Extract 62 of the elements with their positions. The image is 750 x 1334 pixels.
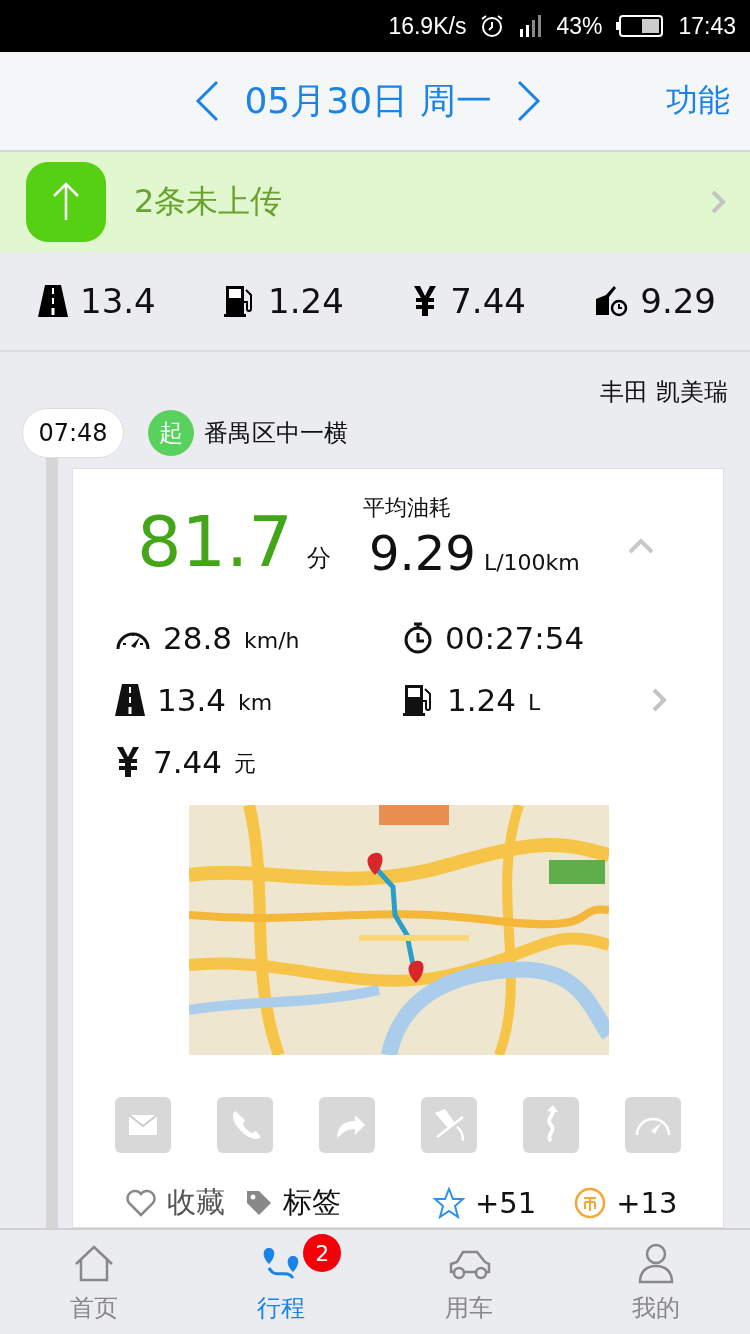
network-speed: 16.9K/s: [388, 12, 467, 40]
road-icon: [38, 285, 68, 317]
alarm-icon: [480, 14, 505, 38]
stat-unit: km/h: [244, 627, 300, 653]
battery-icon: [616, 15, 665, 37]
coin-points: +13: [616, 1186, 678, 1220]
coin-icon: [574, 1187, 607, 1219]
stat-unit: 元: [234, 750, 257, 778]
stat-value: 1.24: [447, 682, 517, 718]
next-day-button[interactable]: [515, 80, 542, 122]
stat-value: 28.8: [163, 620, 233, 656]
car-model: 丰田 凯美瑞: [600, 377, 728, 406]
road-icon: [115, 684, 145, 716]
tags-label: 标签: [283, 1184, 341, 1221]
stat-unit: L: [528, 689, 541, 715]
menu-button[interactable]: 功能: [666, 79, 730, 123]
nozzle-clock-icon: [594, 285, 629, 317]
average-value: 9.29: [369, 527, 476, 580]
battery-level: 43%: [556, 12, 603, 40]
upload-icon: [26, 162, 106, 242]
pedal-icon[interactable]: [421, 1097, 477, 1153]
stat-value: 00:27:54: [445, 620, 585, 656]
upload-status: 2条未上传: [134, 181, 284, 222]
tab[interactable]: 我的: [562, 1230, 750, 1334]
summary-value: 7.44: [450, 281, 526, 321]
speedometer-icon[interactable]: [625, 1097, 681, 1153]
tab[interactable]: 首页: [0, 1230, 188, 1334]
date-title: 05月30日 周一: [244, 78, 492, 123]
start-place: 番禺区中一横: [204, 418, 348, 449]
score-value: 81.7: [137, 507, 293, 577]
star-points: +51: [475, 1186, 537, 1220]
tag-icon[interactable]: [245, 1189, 273, 1217]
stat-value: 7.44: [153, 744, 223, 780]
envelope-icon[interactable]: [115, 1097, 171, 1153]
star-icon: [433, 1187, 465, 1219]
signal-icon: [518, 13, 543, 39]
summary-value: 13.4: [80, 281, 156, 321]
average-label: 平均油耗: [363, 494, 452, 522]
yen-icon: [412, 285, 439, 317]
stat-unit: km: [238, 689, 273, 715]
tab[interactable]: 行程 2: [187, 1230, 375, 1334]
chevron-up-icon[interactable]: [627, 537, 655, 555]
previous-day-button[interactable]: [194, 80, 221, 122]
start-time: 07:48: [22, 408, 124, 458]
chevron-right-icon[interactable]: [710, 189, 726, 215]
summary-value: 1.24: [268, 281, 344, 321]
stat-value: 13.4: [157, 682, 227, 718]
stopwatch-icon: [403, 622, 433, 654]
phone-icon[interactable]: [217, 1097, 273, 1153]
start-badge: 起: [148, 410, 194, 456]
heart-icon[interactable]: [125, 1189, 157, 1217]
yen-icon: [115, 746, 141, 778]
summary-value: 9.29: [640, 281, 716, 321]
chevron-right-icon[interactable]: [651, 687, 667, 713]
clock-time: 17:43: [678, 12, 736, 40]
average-unit: L/100km: [483, 550, 580, 575]
winding-road-icon[interactable]: [523, 1097, 579, 1153]
tab[interactable]: 用车: [375, 1230, 563, 1334]
favorite-label: 收藏: [167, 1184, 225, 1221]
trip-card[interactable]: 81.7 分 平均油耗 9.29 L/100km 28.8 km/h 00:27:54 13.4 km 1.24 L 7.44 元 收藏 标签 +51 +13: [72, 468, 724, 1228]
score-unit: 分: [306, 543, 331, 574]
notification-badge: 2: [303, 1234, 342, 1272]
